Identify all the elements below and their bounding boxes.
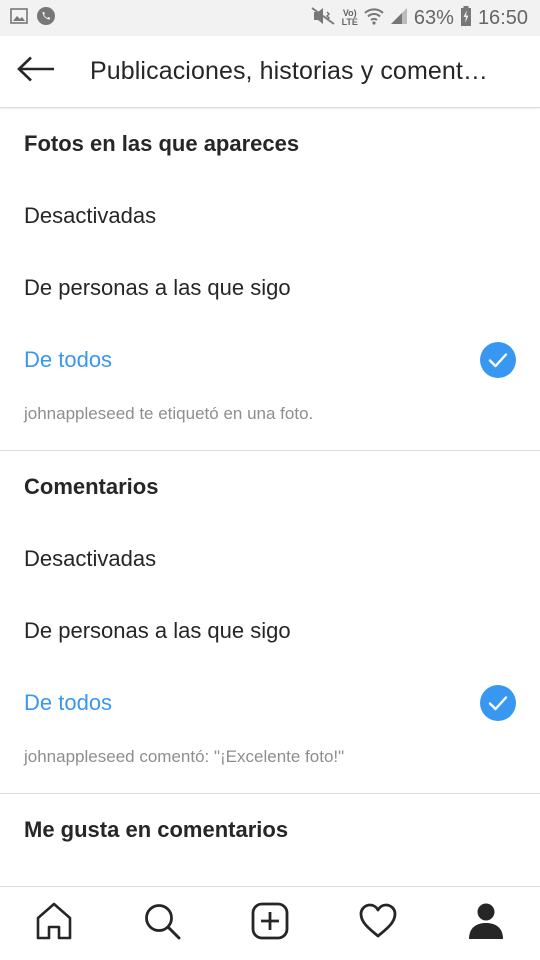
selected-check-icon [480,685,516,721]
battery-charging-icon [460,5,472,31]
home-icon [34,901,74,946]
example-text-comments: johnappleseed comentó: "¡Excelente foto!… [24,747,345,766]
status-bar: Vo) LTE 63% 16:50 [0,0,540,36]
whatsapp-notification-icon [36,6,56,31]
section-title-comments: Comentarios [24,474,159,499]
status-right: Vo) LTE 63% 16:50 [310,5,528,31]
lte-label: LTE [341,17,358,27]
section-title-comment-likes: Me gusta en comentarios [24,817,289,842]
add-post-icon [250,901,290,946]
bottom-nav [0,886,540,960]
back-button[interactable] [0,36,72,108]
profile-icon [466,901,506,946]
nav-search[interactable] [132,894,192,954]
search-icon [142,901,182,946]
option-label: Desactivadas [24,203,157,228]
back-arrow-icon [17,56,55,87]
cell-signal-icon [390,7,408,30]
option-label: De todos [24,690,113,715]
status-left [10,6,56,31]
page-title: Publicaciones, historias y coment… [90,57,489,85]
selected-check-icon [480,342,516,378]
option-comments-everyone[interactable]: De todos [0,667,540,739]
nav-home[interactable] [24,894,84,954]
clock: 16:50 [477,6,528,29]
option-photos-following[interactable]: De personas a las que sigo [0,252,540,324]
gallery-notification-icon [10,7,28,29]
battery-percent: 63% [413,6,454,29]
section-title-photos-of-you: Fotos en las que apareces [24,131,300,156]
nav-activity[interactable] [348,894,408,954]
option-label: Desactivadas [24,546,157,571]
example-text-photos: johnappleseed te etiquetó en una foto. [24,404,314,423]
option-comments-following[interactable]: De personas a las que sigo [0,595,540,667]
option-photos-off[interactable]: Desactivadas [0,180,540,252]
volte-indicator: Vo) LTE [342,9,358,27]
activity-heart-icon [358,901,398,946]
option-photos-everyone[interactable]: De todos [0,324,540,396]
nav-profile[interactable] [456,894,516,954]
option-label: De personas a las que sigo [24,618,291,643]
nav-new-post[interactable] [240,894,300,954]
option-comments-off[interactable]: Desactivadas [0,523,540,595]
mute-vibrate-icon [310,6,336,31]
wifi-icon [364,7,384,30]
settings-content: Fotos en las que apareces Desactivadas D… [0,108,540,886]
option-label: De personas a las que sigo [24,275,291,300]
app-header: Publicaciones, historias y coment… [0,36,540,108]
option-label: De todos [24,347,113,372]
